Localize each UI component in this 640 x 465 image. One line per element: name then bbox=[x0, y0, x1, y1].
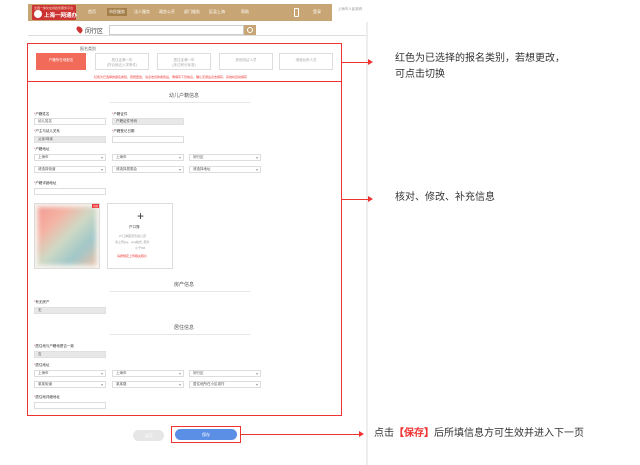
scrollbar[interactable] bbox=[366, 22, 368, 465]
province-select[interactable]: 上海市 bbox=[34, 154, 106, 161]
arrowhead-icon bbox=[359, 431, 364, 437]
annotation-save: 点击【保存】后所填信息方可生效并进入下一页 bbox=[374, 428, 584, 439]
back-button[interactable]: 返回 bbox=[133, 430, 164, 441]
road-select[interactable]: 请选择居委会 bbox=[112, 166, 184, 173]
nav-dept[interactable]: 部门服务 bbox=[184, 9, 200, 15]
upload-line-1: 户口簿首页及幼儿页 bbox=[119, 234, 147, 238]
section-title-residence: 居住信息 bbox=[174, 325, 195, 331]
nav-help[interactable]: 帮助 bbox=[241, 9, 249, 15]
community-select[interactable]: 请选择地址 bbox=[189, 166, 261, 173]
relation-label: *户主与幼儿关系 bbox=[34, 129, 60, 133]
search-input[interactable] bbox=[109, 25, 244, 35]
residence-address-label: *居住地址 bbox=[34, 363, 50, 367]
property-field: 无 bbox=[34, 307, 106, 314]
household-date-field[interactable] bbox=[112, 136, 184, 143]
upload-label: 户口簿 bbox=[129, 225, 140, 229]
arrowhead-icon bbox=[368, 196, 373, 202]
category-tab-hkmt[interactable]: 港澳台侨人员 bbox=[279, 53, 333, 70]
relation-field: 父亲/母亲 bbox=[34, 136, 106, 143]
res-road-select[interactable]: 某某路 bbox=[112, 381, 184, 388]
property-label: *有无房产 bbox=[34, 300, 50, 304]
res-district-select[interactable]: 闵行区 bbox=[189, 370, 261, 377]
mobile-icon[interactable] bbox=[294, 8, 299, 17]
category-title: 报名类别 bbox=[80, 46, 96, 51]
household-date-label: *户籍登记日期 bbox=[112, 129, 135, 133]
name-field[interactable]: 幼儿姓名 bbox=[34, 118, 106, 125]
category-tab-other[interactable]: 其他持证人员 bbox=[219, 53, 273, 70]
upload-line-3: 小于5M bbox=[135, 246, 146, 250]
upload-red-note: 请按规定上传相关照片 bbox=[117, 254, 148, 258]
nav-legal[interactable]: 法人服务 bbox=[134, 9, 150, 15]
res-detail-label: *居住地详细地址 bbox=[34, 395, 60, 399]
category-tab-hukou[interactable]: 户籍所在地报名 bbox=[36, 53, 86, 70]
section-title-property: 房产信息 bbox=[174, 282, 195, 288]
top-nav: 全国一体化在线政务服务平台 上海一网通办 首页 市民服务 法人服务 政务公开 部… bbox=[28, 4, 332, 21]
sample-tag: 示例 bbox=[92, 204, 99, 208]
site-logo[interactable]: 全国一体化在线政务服务平台 上海一网通办 bbox=[32, 5, 78, 20]
search-icon[interactable] bbox=[244, 25, 256, 35]
save-button[interactable]: 保存 bbox=[175, 429, 237, 440]
plus-icon[interactable]: + bbox=[137, 210, 144, 222]
annotation-verify: 核对、修改、补充信息 bbox=[395, 192, 495, 203]
id-field: 户籍证件号码 bbox=[112, 118, 184, 125]
section-title-child: 幼儿户籍信息 bbox=[169, 93, 200, 99]
name-label: *户籍姓名 bbox=[34, 112, 50, 116]
annotation-category: 红色为已选择的报名类别，若想更改， 可点击切换 bbox=[395, 53, 565, 80]
section-divider bbox=[110, 334, 250, 335]
nav-district[interactable]: 区县上海 bbox=[209, 9, 225, 15]
same-address-field: 否 bbox=[34, 351, 106, 358]
category-tab-residence-1[interactable]: 居住证满一年 (符合就近入学条件) bbox=[95, 53, 149, 70]
res-street-select[interactable]: 某某街道 bbox=[34, 381, 106, 388]
district-select[interactable]: 闵行区 bbox=[189, 154, 261, 161]
res-detail-field[interactable] bbox=[34, 402, 106, 409]
category-hint: 红色为已选择的报名类别，若想更改，请点击切换类别后，再填写下列信息，确认无误后点… bbox=[94, 75, 248, 79]
nav-home[interactable]: 首页 bbox=[88, 9, 96, 15]
emblem-icon bbox=[34, 10, 42, 18]
side-note: 上海市人民政府 bbox=[332, 4, 368, 21]
res-province-select[interactable]: 上海市 bbox=[34, 370, 106, 377]
arrowhead-icon bbox=[368, 59, 373, 65]
city-selector[interactable]: 闵行区 bbox=[85, 26, 103, 35]
detail-address-field[interactable] bbox=[34, 188, 106, 195]
section-divider bbox=[110, 102, 250, 103]
upload-line-2: 请上传jpg、png格式, 照片 bbox=[115, 240, 150, 244]
logo-subtitle: 全国一体化在线政务服务平台 bbox=[34, 6, 74, 10]
screenshot-root: 全国一体化在线政务服务平台 上海一网通办 首页 市民服务 法人服务 政务公开 部… bbox=[0, 0, 640, 465]
section-divider bbox=[110, 291, 250, 292]
annotation-arrow-1 bbox=[342, 62, 368, 63]
annotation-arrow-3 bbox=[241, 434, 359, 435]
res-community-select[interactable]: 居住地所在小区或村 bbox=[189, 381, 261, 388]
address-label: *户籍地址 bbox=[34, 147, 50, 151]
res-city-select[interactable]: 上海市 bbox=[112, 370, 184, 377]
nav-citizen[interactable]: 市民服务 bbox=[107, 8, 127, 16]
sample-photo-image bbox=[38, 207, 96, 265]
login-link[interactable]: 登录 bbox=[313, 9, 321, 15]
street-select[interactable]: 请选择街道 bbox=[34, 166, 106, 173]
category-tab-residence-2[interactable]: 居住证满一年 (未达积分标准) bbox=[157, 53, 211, 70]
annotation-arrow-2 bbox=[342, 199, 368, 200]
same-address-label: *居住地与户籍地是否一致 bbox=[34, 344, 74, 348]
logo-title: 上海一网通办 bbox=[44, 13, 78, 19]
id-label: *户籍证件 bbox=[112, 112, 128, 116]
detail-address-label: *户籍详细地址 bbox=[34, 181, 57, 185]
city-select[interactable]: 上海市 bbox=[112, 154, 184, 161]
nav-public[interactable]: 政务公开 bbox=[159, 9, 175, 15]
